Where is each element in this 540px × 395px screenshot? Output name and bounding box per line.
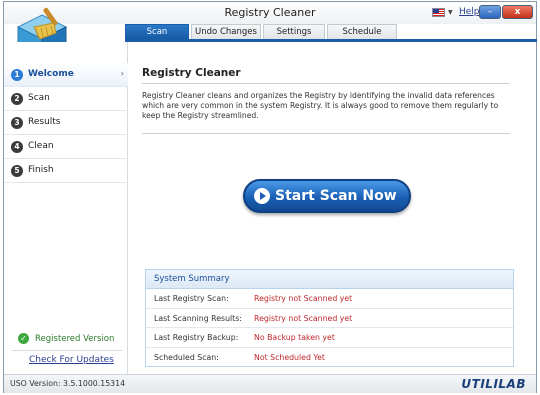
sidebar-item-label: Results <box>28 117 61 127</box>
registered-label: Registered Version <box>35 334 115 344</box>
help-link[interactable]: Help <box>459 7 480 17</box>
version-text: USO Version: 3.5.1000.15314 <box>10 379 126 388</box>
step-number-badge: 3 <box>11 117 23 129</box>
step-number-badge: 1 <box>11 69 23 81</box>
language-dropdown-icon[interactable]: ▼ <box>448 9 453 16</box>
summary-row-label: Last Scanning Results: <box>154 313 242 323</box>
step-number-badge: 4 <box>11 141 23 153</box>
page-title: Registry Cleaner <box>142 67 241 79</box>
summary-row-label: Last Registry Backup: <box>154 333 239 342</box>
description-divider <box>142 133 510 134</box>
close-button[interactable]: x <box>502 5 533 19</box>
minimize-button[interactable]: – <box>479 5 501 19</box>
sidebar-item-label: Clean <box>28 141 54 151</box>
sidebar-divider <box>12 350 122 351</box>
tab-settings[interactable]: Settings <box>263 24 325 39</box>
start-scan-label: Start Scan Now <box>275 188 397 204</box>
summary-row-value: Registry not Scanned yet <box>254 313 353 323</box>
play-icon <box>254 188 270 204</box>
summary-row: Scheduled Scan: Not Scheduled Yet <box>146 348 513 368</box>
summary-row-label: Last Registry Scan: <box>154 294 229 303</box>
sidebar-item-label: Scan <box>28 93 50 103</box>
system-summary-panel: System Summary Last Registry Scan: Regis… <box>145 269 514 367</box>
registered-status: ✓ Registered Version <box>18 333 114 344</box>
tab-schedule[interactable]: Schedule <box>327 24 397 39</box>
tab-bar: Scan Undo Changes Settings Schedule <box>125 24 537 39</box>
sidebar: 1 Welcome › 2 Scan 3 Results 4 Clean 5 F… <box>4 42 128 374</box>
app-window: Registry Cleaner ▼ Help – x Scan Undo Ch… <box>3 1 537 393</box>
sidebar-item-scan[interactable]: 2 Scan <box>4 87 128 111</box>
sidebar-item-results[interactable]: 3 Results <box>4 111 128 135</box>
tab-scan[interactable]: Scan <box>125 24 189 39</box>
summary-row-value: No Backup taken yet <box>254 333 335 342</box>
title-bar: Registry Cleaner ▼ Help – x <box>4 2 536 24</box>
summary-title: System Summary <box>146 270 513 289</box>
sidebar-item-label: Welcome <box>28 69 74 79</box>
check-circle-icon: ✓ <box>18 333 29 344</box>
chevron-right-icon: › <box>120 69 124 78</box>
summary-row: Last Registry Backup: No Backup taken ye… <box>146 328 513 348</box>
sidebar-item-finish[interactable]: 5 Finish <box>4 159 128 183</box>
title-divider <box>142 83 510 84</box>
sidebar-item-clean[interactable]: 4 Clean <box>4 135 128 159</box>
summary-row-value: Not Scheduled Yet <box>254 352 325 362</box>
summary-row-value: Registry not Scanned yet <box>254 294 353 303</box>
check-for-updates-link[interactable]: Check For Updates <box>29 355 114 365</box>
utililab-logo: UTILILAB <box>461 377 526 391</box>
main-panel: Registry Cleaner Registry Cleaner cleans… <box>129 42 537 374</box>
summary-row-label: Scheduled Scan: <box>154 352 219 362</box>
status-bar: USO Version: 3.5.1000.15314 UTILILAB <box>4 374 536 393</box>
sidebar-item-welcome[interactable]: 1 Welcome › <box>4 63 128 87</box>
tab-undo-changes[interactable]: Undo Changes <box>191 24 261 39</box>
description-text: Registry Cleaner cleans and organizes th… <box>142 91 499 120</box>
step-number-badge: 2 <box>11 93 23 105</box>
window-title: Registry Cleaner <box>224 6 316 19</box>
sidebar-item-label: Finish <box>28 165 54 175</box>
start-scan-button[interactable]: Start Scan Now <box>243 179 411 213</box>
us-flag-icon[interactable] <box>432 8 445 17</box>
step-number-badge: 5 <box>11 165 23 177</box>
summary-row: Last Registry Scan: Registry not Scanned… <box>146 289 513 309</box>
summary-row: Last Scanning Results: Registry not Scan… <box>146 309 513 328</box>
